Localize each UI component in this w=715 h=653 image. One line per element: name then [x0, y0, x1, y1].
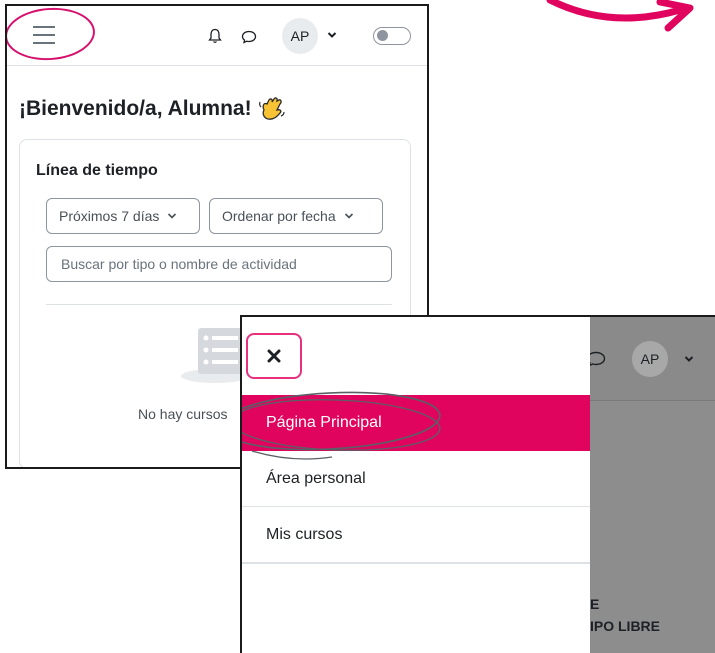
- empty-state-text: No hay cursos: [138, 406, 228, 422]
- drawer-item-label: Mis cursos: [266, 525, 343, 543]
- page-overlay[interactable]: AP E IPO LIBRE: [586, 317, 715, 653]
- timeline-title: Línea de tiempo: [36, 162, 158, 179]
- drawer-item-label: Página Principal: [266, 414, 382, 431]
- background-heading-line2: IPO LIBRE: [590, 618, 661, 634]
- decorative-arrow-icon: [546, 0, 694, 32]
- chevron-down-icon: [168, 213, 177, 219]
- chat-bubble-icon[interactable]: [241, 30, 257, 44]
- top-navbar: AP: [7, 6, 427, 66]
- navigation-drawer: Página Principal Área personal Mis curso…: [242, 317, 590, 653]
- close-icon: [267, 349, 281, 363]
- highlight-ring: [7, 6, 97, 64]
- timeline-search-input[interactable]: Buscar por tipo o nombre de actividad: [46, 246, 392, 282]
- drawer-screenshot: AP E IPO LIBRE Página Principal Área per…: [240, 315, 715, 653]
- timeline-sort-dropdown[interactable]: Ordenar por fecha: [209, 198, 383, 234]
- close-drawer-button[interactable]: [246, 333, 302, 379]
- drawer-item-area-personal[interactable]: Área personal: [242, 451, 590, 507]
- timeline-sort-value: Ordenar por fecha: [222, 208, 336, 224]
- search-placeholder: Buscar por tipo o nombre de actividad: [61, 256, 297, 272]
- waving-hand-icon: [258, 97, 285, 120]
- background-heading-line1: E: [590, 596, 600, 612]
- drawer-item-pagina-principal[interactable]: Página Principal: [242, 395, 590, 451]
- avatar[interactable]: AP: [282, 18, 318, 54]
- chevron-down-icon: [684, 356, 694, 362]
- timeline-filter-dropdown[interactable]: Próximos 7 días: [46, 198, 200, 234]
- divider: [46, 304, 392, 305]
- drawer-item-label: Área personal: [266, 469, 366, 487]
- top-navbar-dimmed: AP: [586, 317, 715, 401]
- welcome-text: ¡Bienvenido/a, Alumna!: [19, 97, 252, 120]
- bell-icon[interactable]: [207, 28, 223, 44]
- drawer-item-mis-cursos[interactable]: Mis cursos: [242, 507, 590, 563]
- avatar: AP: [632, 341, 668, 377]
- welcome-heading: ¡Bienvenido/a, Alumna!: [19, 96, 286, 122]
- divider: [242, 563, 590, 564]
- timeline-filter-value: Próximos 7 días: [59, 208, 160, 224]
- background-heading: E IPO LIBRE: [590, 593, 660, 637]
- edit-mode-toggle[interactable]: [373, 27, 411, 45]
- chevron-down-icon: [344, 213, 353, 219]
- chevron-down-icon[interactable]: [327, 31, 337, 39]
